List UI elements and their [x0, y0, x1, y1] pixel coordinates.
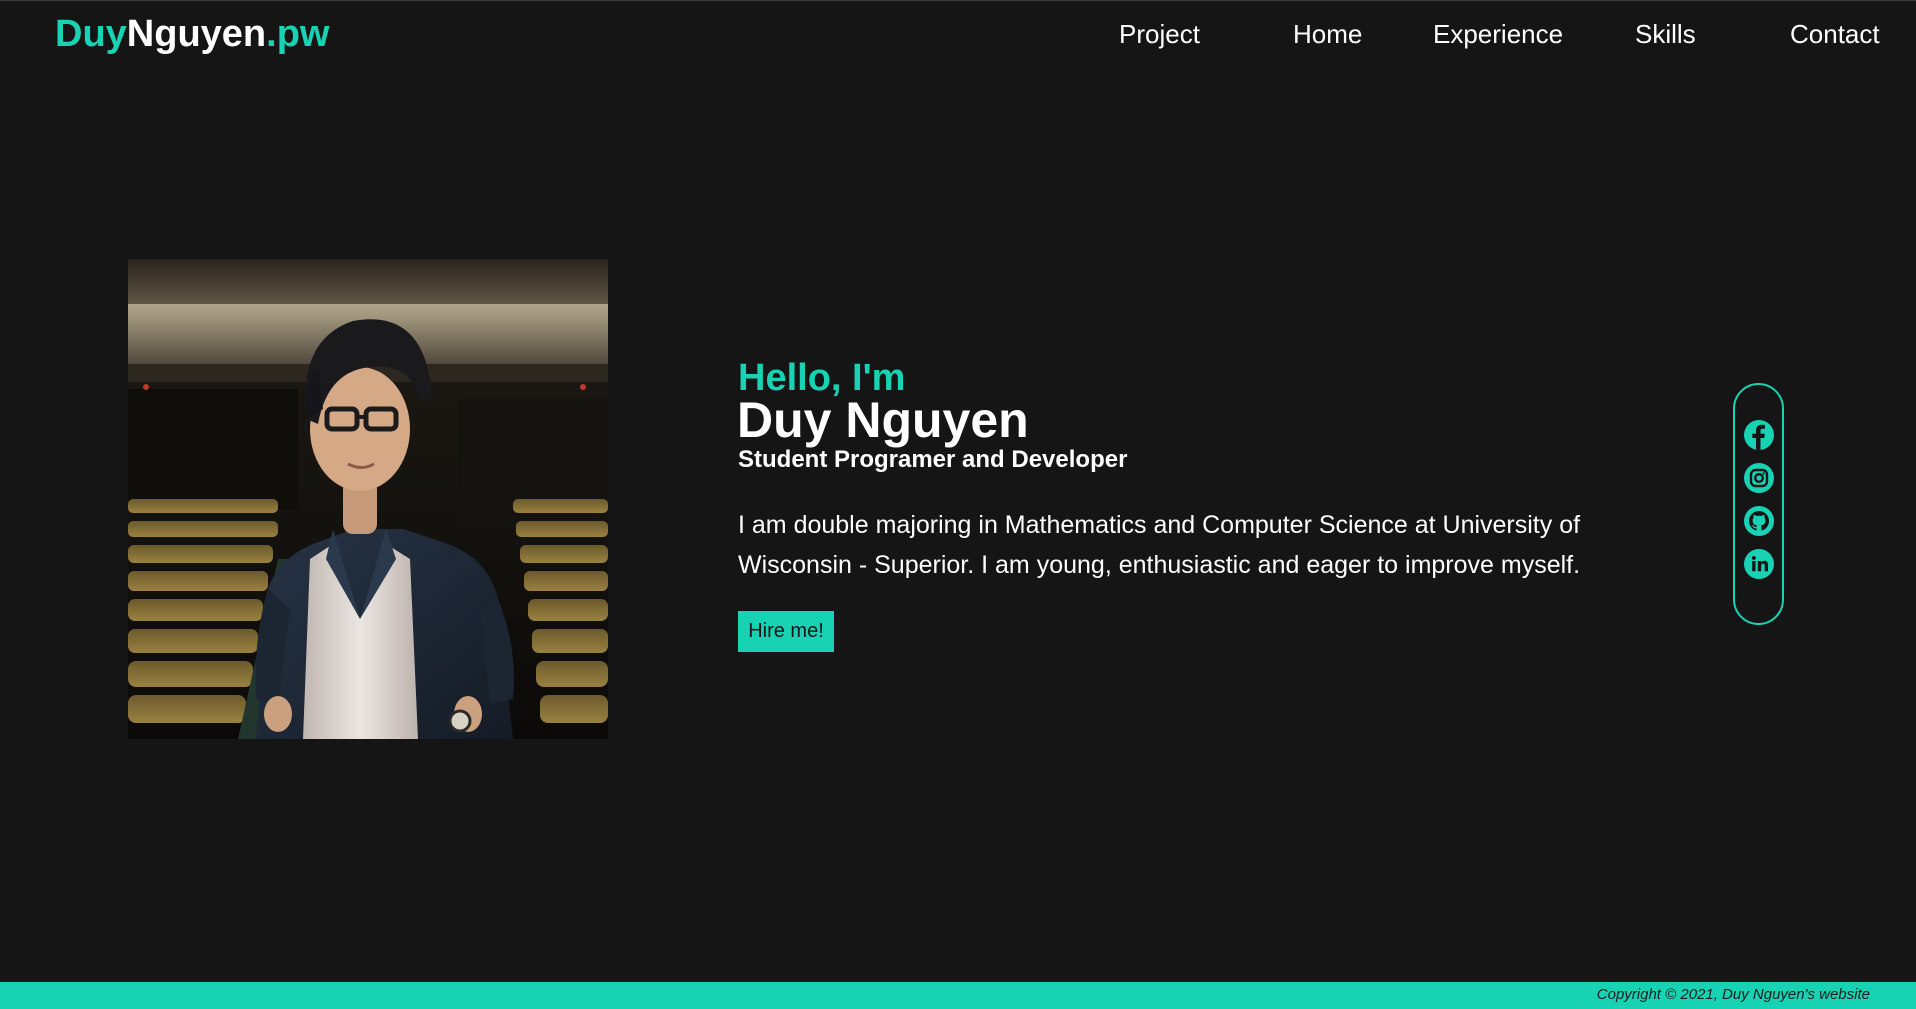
github-icon — [1744, 506, 1774, 536]
profile-photo — [128, 259, 608, 739]
logo-part-nguyen: Nguyen — [126, 13, 267, 55]
social-links — [1733, 383, 1784, 625]
linkedin-link[interactable] — [1743, 548, 1775, 580]
nav-contact[interactable]: Contact — [1790, 19, 1880, 49]
copyright-text: Copyright © 2021, Duy Nguyen's website — [1596, 986, 1870, 1003]
facebook-link[interactable] — [1743, 419, 1775, 451]
github-link[interactable] — [1743, 505, 1775, 537]
nav-skills[interactable]: Skills — [1635, 19, 1696, 49]
hero-bio: I am double majoring in Mathematics and … — [738, 511, 1581, 579]
site-logo[interactable]: DuyNguyen.pw — [55, 12, 329, 56]
hero-role: Student Programer and Developer — [738, 446, 1128, 473]
instagram-link[interactable] — [1743, 462, 1775, 494]
nav-project[interactable]: Project — [1119, 19, 1200, 49]
nav-experience[interactable]: Experience — [1433, 19, 1563, 49]
facebook-icon — [1744, 420, 1774, 450]
site-footer: Copyright © 2021, Duy Nguyen's website — [0, 982, 1916, 1009]
linkedin-icon — [1744, 549, 1774, 579]
nav-home[interactable]: Home — [1293, 19, 1362, 49]
top-border — [0, 0, 1916, 1]
logo-part-domain: .pw — [266, 13, 330, 55]
hire-me-button[interactable]: Hire me! — [738, 611, 834, 652]
logo-part-duy: Duy — [55, 13, 127, 55]
instagram-icon — [1744, 463, 1774, 493]
hero-name: Duy Nguyen — [737, 392, 1029, 448]
